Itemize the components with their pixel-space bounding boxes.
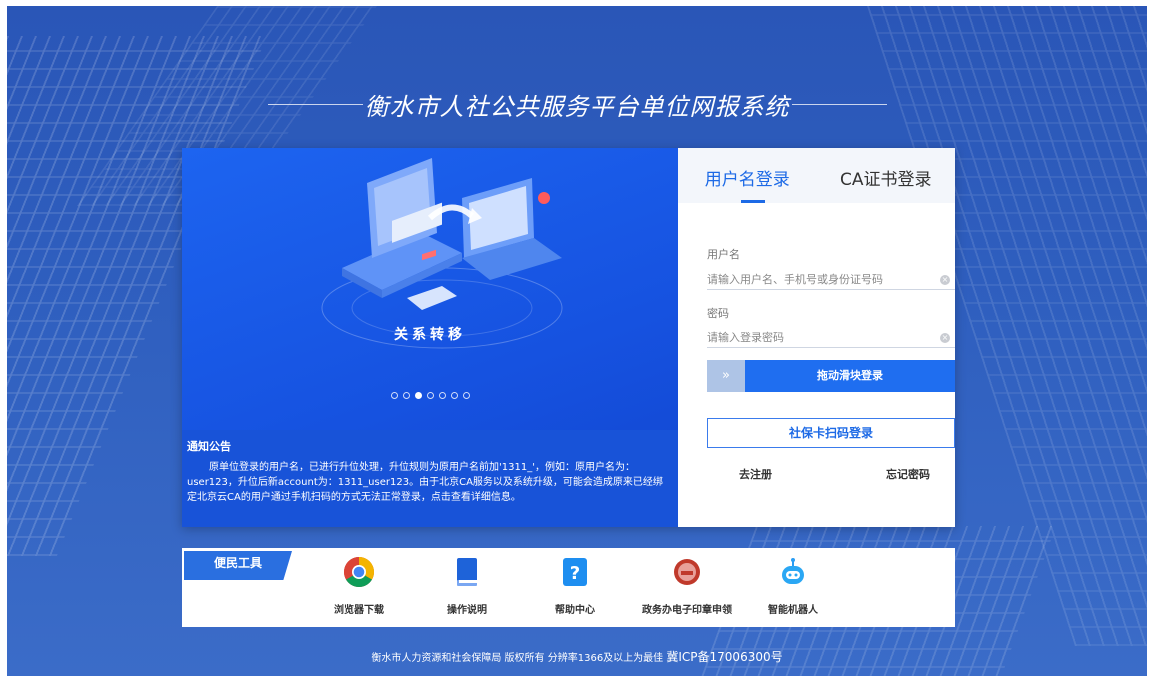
convenience-tools: 便民工具 浏览器下载 操作说明 ? 帮助中心 政务办电子印章申领 智能机器人 — [182, 548, 955, 627]
seal-icon — [671, 556, 703, 588]
help-icon: ? — [559, 556, 591, 588]
forgot-password-link[interactable]: 忘记密码 — [886, 466, 930, 482]
notice-panel: 通知公告 原单位登录的用户名，已进行升位处理，升位规则为原用户名前加'1311_… — [182, 430, 678, 527]
footer-icp[interactable]: 冀ICP备17006300号 — [666, 650, 782, 664]
carousel-dot[interactable] — [390, 392, 398, 399]
notice-title: 通知公告 — [187, 440, 231, 453]
carousel-dot-active[interactable] — [414, 392, 422, 399]
page-title-row: 衡水市人社公共服务平台单位网报系统 — [0, 86, 1154, 122]
tools-badge: 便民工具 — [184, 551, 292, 580]
tool-label: 操作说明 — [447, 605, 487, 616]
active-tab-indicator — [741, 200, 765, 203]
password-label: 密码 — [707, 307, 729, 320]
chrome-icon — [343, 556, 375, 588]
carousel-dot[interactable] — [426, 392, 434, 399]
username-input[interactable] — [707, 270, 955, 290]
password-input[interactable] — [707, 328, 955, 348]
robot-icon — [777, 556, 809, 588]
banner-caption: 关系转移 — [394, 327, 466, 343]
tool-robot[interactable]: 智能机器人 — [743, 556, 843, 616]
tab-username-login[interactable]: 用户名登录 — [678, 148, 817, 203]
footer: 衡水市人力资源和社会保障局 版权所有 分辨率1366及以上为最佳 冀ICP备17… — [0, 648, 1154, 665]
tool-e-seal[interactable]: 政务办电子印章申领 — [627, 556, 747, 616]
slide-to-login[interactable]: » 拖动滑块登录 — [707, 360, 955, 392]
register-link[interactable]: 去注册 — [739, 466, 772, 482]
carousel-dot[interactable] — [450, 392, 458, 399]
carousel-dots — [182, 392, 678, 399]
username-label: 用户名 — [707, 248, 740, 261]
login-card: 关系转移 通知公告 原单位登录的用户名，已进行升位处理，升位规则为原用户名前加'… — [182, 148, 955, 527]
clear-username-icon[interactable]: × — [940, 275, 950, 285]
tab-ca-login[interactable]: CA证书登录 — [817, 148, 956, 203]
carousel-dot[interactable] — [462, 392, 470, 399]
svg-text:?: ? — [570, 563, 580, 584]
page-title: 衡水市人社公共服务平台单位网报系统 — [364, 92, 790, 121]
tool-label: 智能机器人 — [768, 605, 818, 616]
carousel-dot[interactable] — [402, 392, 410, 399]
footer-copyright: 衡水市人力资源和社会保障局 版权所有 分辨率1366及以上为最佳 — [371, 653, 664, 664]
carousel-dot[interactable] — [438, 392, 446, 399]
slider-text: 拖动滑块登录 — [817, 369, 883, 382]
banner-carousel[interactable]: 关系转移 通知公告 原单位登录的用户名，已进行升位处理，升位规则为原用户名前加'… — [182, 148, 678, 527]
title-divider-right — [791, 103, 887, 105]
social-card-scan-login-button[interactable]: 社保卡扫码登录 — [707, 418, 955, 448]
tool-label: 帮助中心 — [555, 605, 595, 616]
login-panel: 用户名登录 CA证书登录 用户名 × 密码 × » 拖动滑块登录 社保卡扫码登录… — [678, 148, 955, 527]
tool-label: 浏览器下载 — [334, 605, 384, 616]
notice-body[interactable]: 原单位登录的用户名，已进行升位处理，升位规则为原用户名前加'1311_'，例如：… — [187, 460, 672, 505]
tool-manual[interactable]: 操作说明 — [417, 556, 517, 616]
book-icon — [451, 556, 483, 588]
tool-browser-download[interactable]: 浏览器下载 — [309, 556, 409, 616]
tool-label: 政务办电子印章申领 — [642, 605, 732, 616]
tool-help-center[interactable]: ? 帮助中心 — [525, 556, 625, 616]
title-divider-left — [267, 103, 363, 105]
clear-password-icon[interactable]: × — [940, 333, 950, 343]
login-tabs: 用户名登录 CA证书登录 — [678, 148, 955, 203]
slider-handle[interactable]: » — [707, 360, 745, 392]
